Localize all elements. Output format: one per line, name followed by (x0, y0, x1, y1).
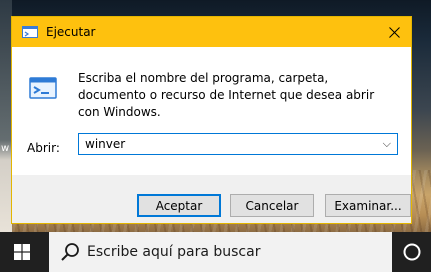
open-input[interactable]: winver (85, 137, 125, 151)
browse-button[interactable]: Examinar... (325, 194, 411, 217)
run-icon (22, 26, 38, 38)
run-dialog: Ejecutar Escriba el nombre del programa,… (11, 16, 412, 224)
chevron-down-icon[interactable]: ⌵ (383, 137, 391, 151)
run-icon (29, 77, 57, 99)
dialog-content: Escriba el nombre del programa, carpeta,… (12, 47, 411, 175)
ok-button[interactable]: Aceptar (137, 194, 221, 217)
search-placeholder: Escribe aquí para buscar (87, 244, 261, 260)
start-button[interactable] (0, 232, 44, 272)
close-button[interactable] (377, 17, 411, 47)
cancel-button[interactable]: Cancelar (230, 194, 314, 217)
windows-logo-icon (14, 244, 30, 260)
dialog-title: Ejecutar (46, 25, 96, 39)
background-window-text: w (1, 143, 10, 154)
cortana-icon[interactable] (402, 242, 422, 262)
title-bar[interactable]: Ejecutar (12, 17, 411, 47)
open-label: Abrir: (27, 141, 60, 155)
taskbar: Escribe aquí para buscar (0, 232, 431, 272)
close-icon (388, 26, 400, 38)
dialog-description: Escriba el nombre del programa, carpeta,… (78, 71, 375, 119)
search-icon (61, 243, 79, 261)
taskbar-search-box[interactable]: Escribe aquí para buscar (49, 232, 392, 272)
open-combobox[interactable]: winver ⌵ (78, 133, 398, 155)
